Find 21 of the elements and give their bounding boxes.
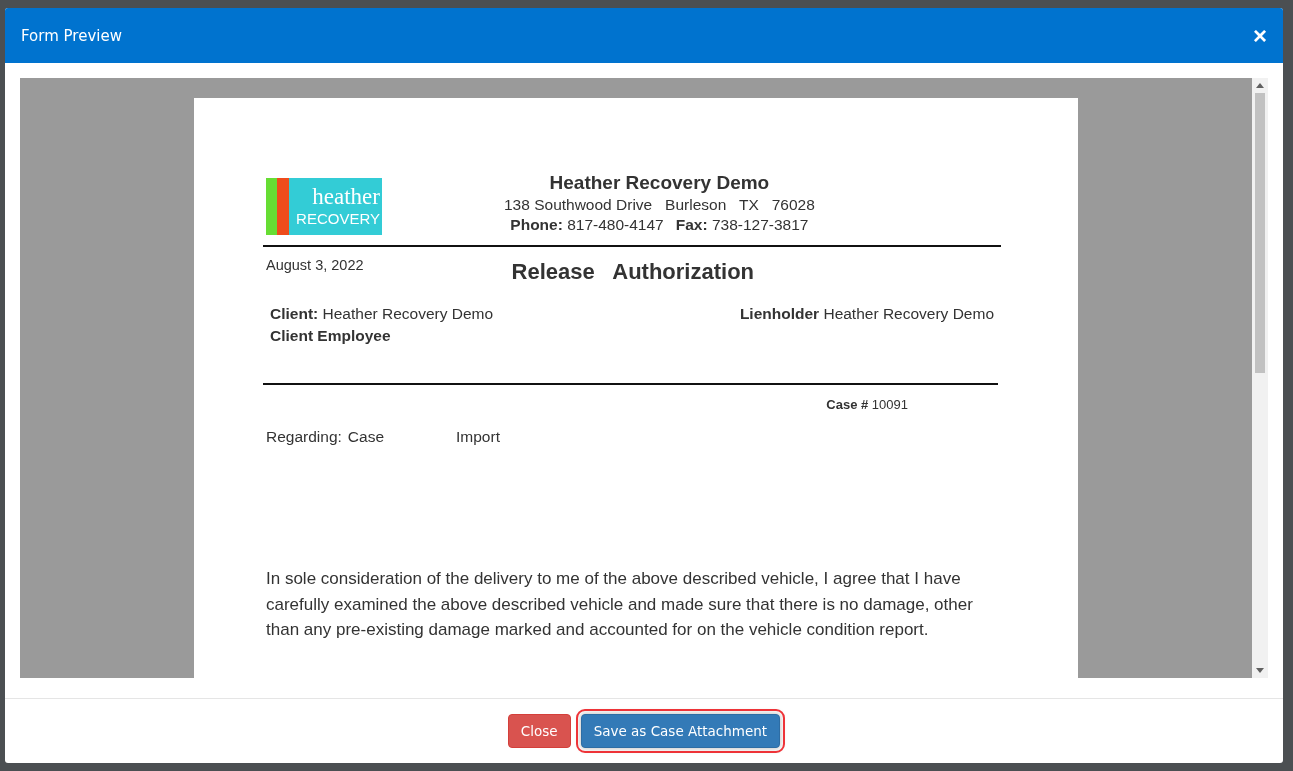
company-address: 138 Southwood Drive Burleson TX 76028 [504, 196, 815, 214]
client-employee-label: Client Employee [270, 327, 392, 345]
document-title: Release Authorization [511, 259, 754, 285]
fax-number: Fax: 738-127-3817 [675, 216, 809, 234]
client-field: Client: Heather Recovery Demo [270, 305, 494, 323]
document-date: August 3, 2022 [266, 257, 364, 273]
company-name: Heather Recovery Demo [549, 172, 770, 194]
regarding-label: Regarding: [266, 428, 342, 446]
lienholder-field: Lienholder Heather Recovery Demo [739, 305, 994, 345]
regarding-value: Case [347, 428, 384, 446]
scroll-up-icon[interactable] [1256, 83, 1264, 88]
close-button[interactable]: Close [507, 714, 571, 748]
logo-text: RECOVERY [296, 210, 380, 227]
case-number: Case # 10091 [826, 397, 908, 412]
logo-text: heather [312, 184, 380, 210]
release-paragraph: In sole consideration of the delivery to me of the above described vehicle, I agree that I have carefully examined the above described vehicle and made sure that there is no damage, other than any pre-existing damage marked and accounted for on the vehicle condition report. [266, 568, 974, 641]
regarding-value: Import [456, 428, 500, 446]
phone-number: Phone: 817-480-4147 [510, 216, 664, 234]
scrollbar[interactable] [1252, 78, 1268, 678]
scroll-down-icon[interactable] [1256, 668, 1264, 673]
dialog-title: Form Preview [21, 26, 122, 45]
